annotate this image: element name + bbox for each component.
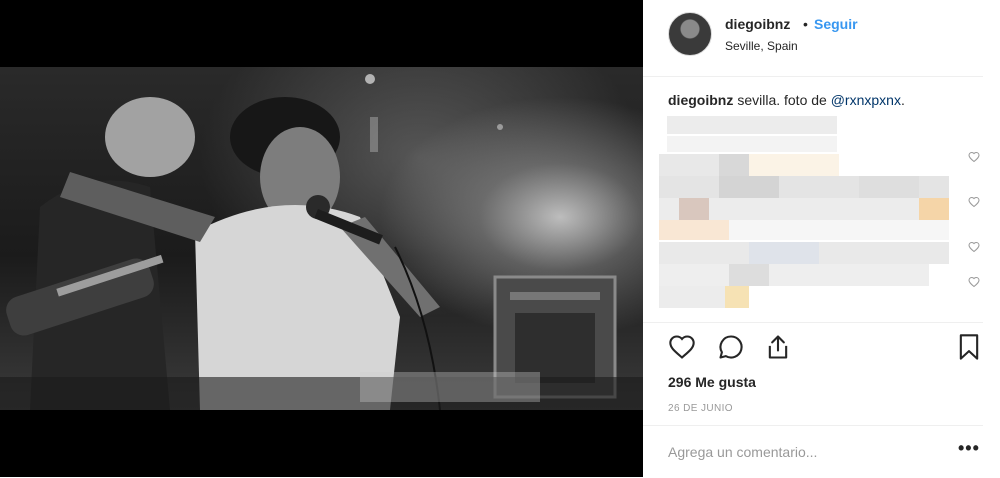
- post-actions: [643, 322, 983, 373]
- add-comment-bar: •••: [643, 425, 983, 478]
- more-options-button[interactable]: •••: [958, 438, 980, 459]
- caption-end: .: [900, 92, 905, 108]
- small-heart-icon[interactable]: [968, 196, 980, 208]
- small-heart-icon[interactable]: [968, 151, 980, 163]
- post-media: [0, 0, 643, 477]
- avatar[interactable]: [668, 12, 712, 56]
- caption-username[interactable]: diegoibnz: [668, 92, 733, 108]
- comment-bubble-icon[interactable]: [717, 333, 745, 361]
- separator-dot: •: [803, 16, 808, 32]
- caption-text: sevilla. foto de: [737, 92, 831, 108]
- share-icon[interactable]: [764, 333, 792, 361]
- small-heart-icon[interactable]: [968, 241, 980, 253]
- post-header: diegoibnz • Seguir Seville, Spain: [643, 0, 983, 77]
- post-caption: diegoibnz sevilla. foto de @rxnxpxnx.: [668, 92, 978, 108]
- comment-input[interactable]: [668, 442, 928, 462]
- concert-photo-illustration: [0, 74, 643, 410]
- post-location[interactable]: Seville, Spain: [725, 39, 798, 53]
- caption-mention[interactable]: @rxnxpxnx: [831, 92, 901, 108]
- post-details-panel: diegoibnz • Seguir Seville, Spain diegoi…: [643, 0, 1000, 477]
- small-heart-icon[interactable]: [968, 276, 980, 288]
- post-date[interactable]: 26 DE JUNIO: [668, 403, 733, 414]
- post-photo[interactable]: [0, 67, 643, 410]
- likes-count[interactable]: 296 Me gusta: [668, 374, 756, 390]
- heart-icon[interactable]: [668, 333, 696, 361]
- post-username[interactable]: diegoibnz: [725, 16, 790, 32]
- follow-button[interactable]: Seguir: [814, 16, 858, 32]
- bookmark-icon[interactable]: [955, 333, 983, 361]
- redacted-comments: [659, 116, 949, 312]
